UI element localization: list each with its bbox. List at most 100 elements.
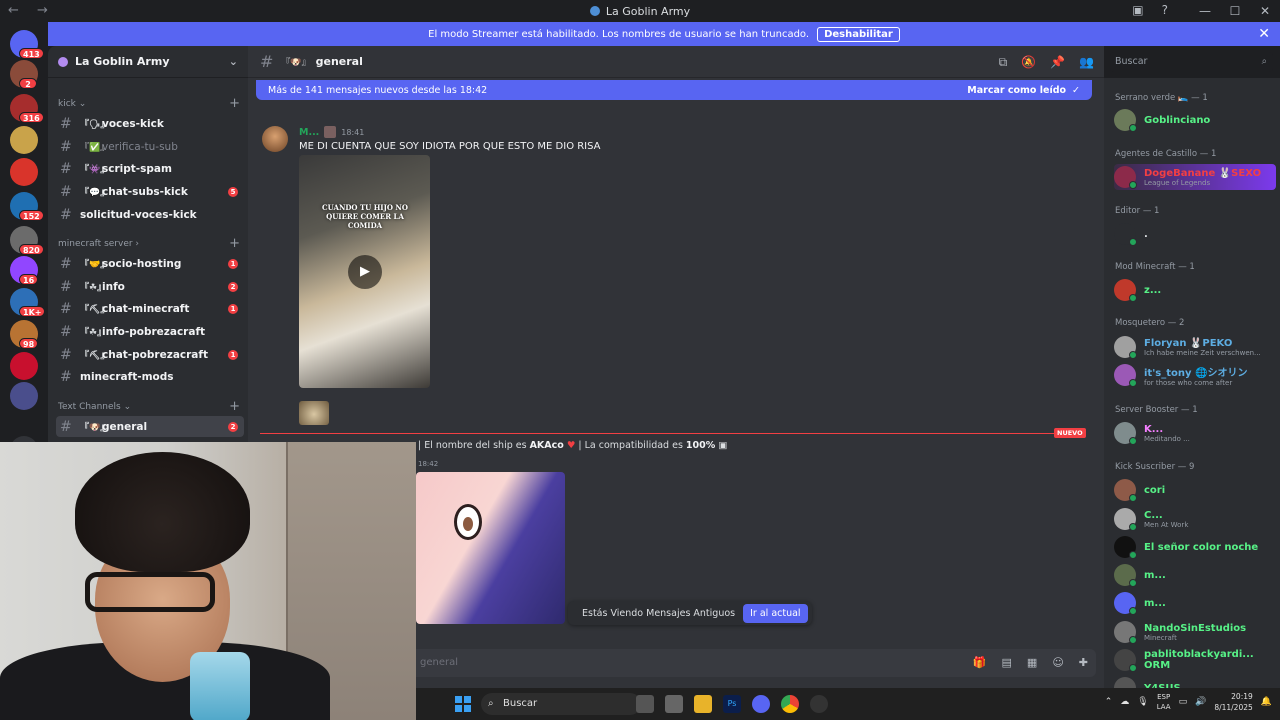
disable-streamer-button[interactable]: Deshabilitar bbox=[817, 27, 900, 42]
member-row[interactable]: cori bbox=[1114, 477, 1276, 503]
taskbar-search[interactable]: ⌕ Buscar bbox=[481, 693, 641, 715]
chrome-icon[interactable] bbox=[781, 695, 799, 713]
member-list-icon[interactable]: 👥 bbox=[1079, 55, 1094, 70]
add-channel-icon[interactable]: + bbox=[229, 402, 240, 412]
server-icon[interactable] bbox=[10, 382, 38, 410]
guild-header[interactable]: La Goblin Army ⌄ bbox=[48, 46, 248, 78]
channel-name: solicitud-voces-kick bbox=[80, 209, 197, 221]
windows-start-icon[interactable] bbox=[455, 696, 471, 712]
video-attachment[interactable]: CUANDO TU HIJO NO QUIERE COMER LA COMIDA… bbox=[299, 155, 430, 388]
channel-info[interactable]: #『☘』info2 bbox=[56, 276, 244, 297]
streamer-mode-banner: El modo Streamer está habilitado. Los no… bbox=[48, 22, 1280, 46]
minimize-icon[interactable]: — bbox=[1190, 0, 1220, 22]
member-row[interactable]: m... bbox=[1114, 590, 1276, 616]
channel-socio-hosting[interactable]: #『🤝』socio-hosting1 bbox=[56, 253, 244, 274]
notifications-icon[interactable]: 🔔 bbox=[1261, 697, 1272, 707]
threads-icon[interactable]: ⧉ bbox=[999, 55, 1008, 70]
task-view-icon[interactable] bbox=[636, 695, 654, 713]
channel-emoji: 『⛏』 bbox=[80, 348, 102, 361]
member-row[interactable]: C...Men At Work bbox=[1114, 506, 1276, 532]
new-messages-bar[interactable]: Más de 141 mensajes nuevos desde las 18:… bbox=[256, 80, 1092, 100]
discord-icon[interactable] bbox=[752, 695, 770, 713]
gif-icon[interactable]: ▤ bbox=[1002, 656, 1012, 669]
member-row[interactable]: Floryan 🐰PEKOIch habe meine Zeit verschw… bbox=[1114, 334, 1276, 360]
chevron-up-icon[interactable]: ⌃ bbox=[1105, 697, 1113, 707]
emoji-icon[interactable]: ☺ bbox=[1052, 656, 1063, 669]
member-row[interactable]: Y4SUS bbox=[1114, 675, 1276, 688]
member-row[interactable]: it's_tony 🌐シオリンfor those who come after bbox=[1114, 362, 1276, 388]
mic-icon[interactable]: 🎙 bbox=[1137, 697, 1148, 707]
server-icon[interactable] bbox=[10, 126, 38, 154]
channel-general[interactable]: #『🐶』general2 bbox=[56, 416, 244, 437]
pin-icon[interactable]: 📌 bbox=[1050, 55, 1065, 70]
channel-verifica-tu-sub[interactable]: #『✅』verifica-tu-sub bbox=[56, 136, 244, 157]
photoshop-icon[interactable]: Ps bbox=[723, 695, 741, 713]
new-badge: NUEVO bbox=[1054, 428, 1086, 438]
channel-chat-pobrezacraft[interactable]: #『⛏』chat-pobrezacraft1 bbox=[56, 344, 244, 365]
avatar bbox=[1114, 223, 1136, 245]
play-icon[interactable]: ▶ bbox=[348, 255, 382, 289]
app-icon[interactable] bbox=[810, 695, 828, 713]
message-timestamp: 18:42 bbox=[418, 460, 438, 468]
member-row[interactable]: K...Meditando ... bbox=[1114, 420, 1276, 446]
gift-icon[interactable]: 🎁 bbox=[973, 656, 987, 669]
server-icon[interactable] bbox=[10, 352, 38, 380]
member-row[interactable]: NandoSinEstudiosMinecraft bbox=[1114, 619, 1276, 645]
channel-chat-subs-kick[interactable]: #『💬』chat-subs-kick5 bbox=[56, 181, 244, 202]
back-arrow-icon[interactable]: ← bbox=[8, 3, 19, 18]
sticker-icon[interactable]: ▦ bbox=[1027, 656, 1037, 669]
taskbar-search-label: Buscar bbox=[503, 698, 537, 709]
member-info: K...Meditando ... bbox=[1144, 424, 1190, 443]
person-glasses bbox=[85, 572, 215, 612]
member-info: m... bbox=[1144, 570, 1166, 581]
add-channel-icon[interactable]: + bbox=[229, 99, 240, 109]
channel-solicitud-voces-kick[interactable]: #solicitud-voces-kick bbox=[56, 204, 244, 225]
avatar[interactable] bbox=[262, 126, 288, 152]
member-row[interactable]: . bbox=[1114, 221, 1276, 247]
member-row[interactable]: Goblinciano bbox=[1114, 107, 1276, 133]
app-icon[interactable] bbox=[665, 695, 683, 713]
channel-info-pobrezacraft[interactable]: #『☘』info-pobrezacraft bbox=[56, 321, 244, 342]
search-input[interactable]: Buscar ⌕ bbox=[1110, 52, 1273, 72]
language-indicator[interactable]: ESP LAA bbox=[1157, 692, 1171, 712]
new-divider bbox=[260, 433, 1082, 434]
inbox-icon[interactable]: ▣ bbox=[1132, 3, 1143, 17]
maximize-icon[interactable]: ☐ bbox=[1220, 0, 1250, 22]
server-badge: 16 bbox=[19, 274, 38, 285]
mark-as-read-button[interactable]: Marcar como leído bbox=[967, 85, 1066, 96]
add-channel-icon[interactable]: + bbox=[229, 239, 240, 249]
volume-icon[interactable]: 🔊 bbox=[1195, 697, 1206, 707]
member-row[interactable]: pablitoblackyardi... ORM bbox=[1114, 647, 1276, 673]
member-row[interactable]: El señor color noche bbox=[1114, 534, 1276, 560]
category-text-channels[interactable]: Text Channels ⌄ + bbox=[58, 402, 240, 412]
file-explorer-icon[interactable] bbox=[694, 695, 712, 713]
clock[interactable]: 20:19 8/11/2025 bbox=[1214, 691, 1252, 713]
help-icon[interactable]: ? bbox=[1162, 3, 1168, 17]
forward-arrow-icon[interactable]: → bbox=[37, 3, 48, 18]
channel-chat-minecraft[interactable]: #『⛏』chat-minecraft1 bbox=[56, 298, 244, 319]
close-window-icon[interactable]: ✕ bbox=[1250, 0, 1280, 22]
server-icon[interactable] bbox=[10, 158, 38, 186]
member-row[interactable]: DogeBanane 🐰SEXOLeague of Legends bbox=[1114, 164, 1276, 190]
avatar bbox=[1114, 508, 1136, 530]
notification-bell-icon[interactable]: 🔕 bbox=[1021, 55, 1036, 70]
image-attachment[interactable] bbox=[416, 472, 565, 624]
apps-icon[interactable]: ✚ bbox=[1079, 656, 1088, 669]
network-icon[interactable]: ▭ bbox=[1179, 697, 1188, 707]
channel-script-spam[interactable]: #『👾』script-spam bbox=[56, 158, 244, 179]
channel-minecraft-mods[interactable]: #minecraft-mods bbox=[56, 366, 244, 387]
member-info: El señor color noche bbox=[1144, 542, 1258, 553]
cloud-icon[interactable]: ☁ bbox=[1120, 697, 1129, 707]
channel-voces-kick[interactable]: #『🗣』voces-kick bbox=[56, 113, 244, 134]
category-minecraft-server[interactable]: minecraft server › + bbox=[58, 239, 240, 249]
member-row[interactable]: m... bbox=[1114, 562, 1276, 588]
channel-name: chat-minecraft bbox=[102, 303, 189, 315]
close-icon[interactable]: ✕ bbox=[1258, 26, 1270, 42]
member-row[interactable]: z... bbox=[1114, 277, 1276, 303]
jump-to-present-button[interactable]: Ir al actual bbox=[743, 604, 807, 623]
message-header: M... 18:41 bbox=[299, 126, 364, 138]
window-title-text: La Goblin Army bbox=[606, 5, 690, 18]
category-kick[interactable]: kick ⌄ + bbox=[58, 99, 240, 109]
message-author[interactable]: M... bbox=[299, 127, 319, 138]
text-channel-icon: # bbox=[60, 419, 80, 435]
